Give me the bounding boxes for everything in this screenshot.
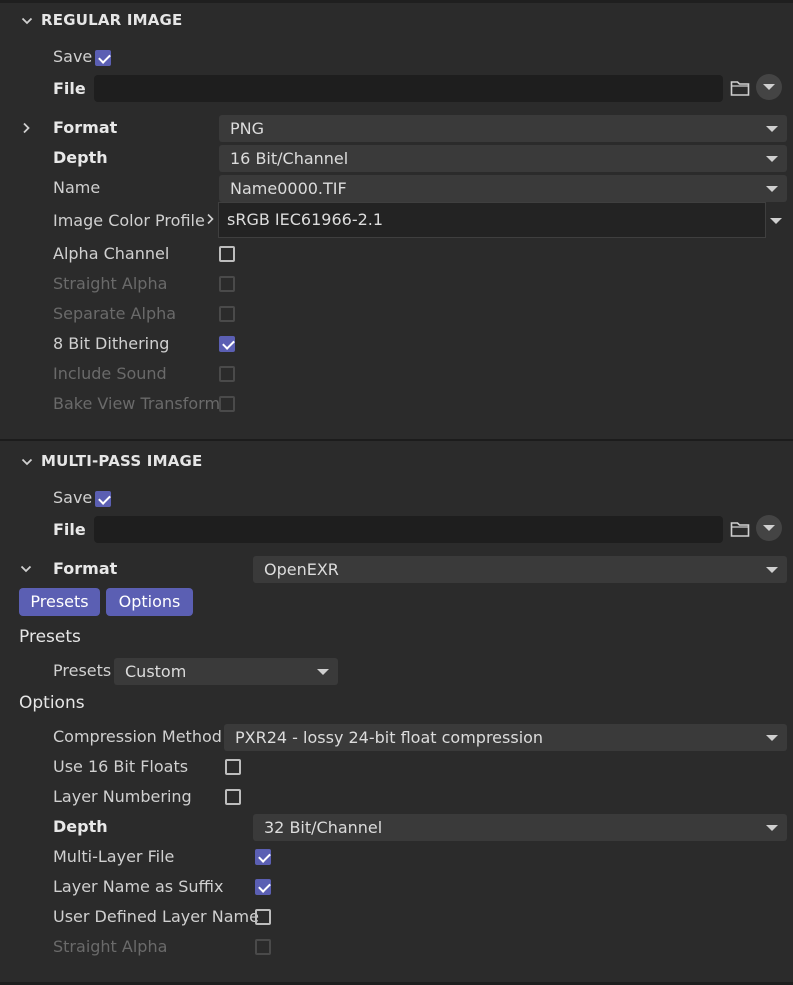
save-label: Save <box>53 47 93 66</box>
dropdown-arrow-icon <box>766 735 778 741</box>
use-16-bit-floats-label: Use 16 Bit Floats <box>53 757 189 776</box>
straight-alpha-label: Straight Alpha <box>53 274 168 293</box>
options-tab-button[interactable]: Options <box>106 588 193 616</box>
presets-tab-button[interactable]: Presets <box>19 588 100 616</box>
presets-heading: Presets <box>19 627 81 647</box>
8-bit-dithering-checkbox[interactable] <box>219 336 235 352</box>
chevron-right-icon[interactable] <box>202 211 218 227</box>
compression-method-value: PXR24 - lossy 24-bit float compression <box>235 728 544 747</box>
file-path-field[interactable] <box>94 516 723 543</box>
chevron-down-icon[interactable] <box>19 454 35 470</box>
include-sound-checkbox <box>219 366 235 382</box>
file-options-button[interactable] <box>756 74 782 100</box>
layer-numbering-label: Layer Numbering <box>53 787 192 806</box>
layer-numbering-checkbox[interactable] <box>225 789 241 805</box>
compression-method-dropdown[interactable]: PXR24 - lossy 24-bit float compression <box>224 724 787 751</box>
presets-label: Presets <box>53 661 112 680</box>
chevron-right-icon[interactable] <box>18 120 34 136</box>
save-checkbox[interactable] <box>95 50 111 66</box>
top-border <box>0 0 793 3</box>
folder-icon[interactable] <box>730 79 750 97</box>
dropdown-arrow-icon <box>766 825 778 831</box>
options-heading: Options <box>19 693 85 713</box>
chevron-down-icon[interactable] <box>18 561 34 577</box>
include-sound-label: Include Sound <box>53 364 167 383</box>
alpha-channel-checkbox[interactable] <box>219 246 235 262</box>
compression-method-label: Compression Method <box>53 727 222 746</box>
straight-alpha-label: Straight Alpha <box>53 937 168 956</box>
use-16-bit-floats-checkbox[interactable] <box>225 759 241 775</box>
dropdown-arrow-icon <box>763 84 775 90</box>
name-dropdown[interactable]: Name0000.TIF <box>219 175 787 202</box>
regular-image-section-title[interactable]: REGULAR IMAGE <box>41 11 183 29</box>
name-value: Name0000.TIF <box>230 179 347 198</box>
format-dropdown[interactable]: PNG <box>219 115 787 142</box>
dropdown-arrow-icon <box>317 669 329 675</box>
multi-pass-image-section-title[interactable]: MULTI-PASS IMAGE <box>41 452 202 470</box>
dropdown-arrow-icon <box>766 126 778 132</box>
layer-name-as-suffix-checkbox[interactable] <box>255 879 271 895</box>
chevron-down-icon[interactable] <box>19 13 35 29</box>
file-options-button[interactable] <box>756 515 782 541</box>
dropdown-arrow-icon[interactable] <box>770 218 782 224</box>
bake-view-transform-checkbox <box>219 396 235 412</box>
file-label: File <box>53 520 86 539</box>
alpha-channel-label: Alpha Channel <box>53 244 170 263</box>
depth-dropdown[interactable]: 16 Bit/Channel <box>219 145 787 172</box>
name-label: Name <box>53 178 101 197</box>
user-defined-layer-name-label: User Defined Layer Name <box>53 907 259 926</box>
depth-dropdown[interactable]: 32 Bit/Channel <box>253 814 787 841</box>
depth-label: Depth <box>53 148 108 167</box>
file-path-field[interactable] <box>94 75 723 102</box>
image-color-profile-field[interactable]: sRGB IEC61966-2.1 <box>218 202 766 238</box>
separate-alpha-checkbox <box>219 306 235 322</box>
save-label: Save <box>53 488 93 507</box>
section-divider <box>0 439 793 441</box>
format-label: Format <box>53 118 118 137</box>
presets-dropdown[interactable]: Custom <box>114 658 338 685</box>
save-checkbox[interactable] <box>95 491 111 507</box>
dropdown-arrow-icon <box>763 525 775 531</box>
separate-alpha-label: Separate Alpha <box>53 304 177 323</box>
image-color-profile-label: Image Color Profile <box>53 211 205 230</box>
dropdown-arrow-icon <box>766 156 778 162</box>
dropdown-arrow-icon <box>766 186 778 192</box>
dropdown-arrow-icon <box>766 567 778 573</box>
multi-layer-file-checkbox[interactable] <box>255 849 271 865</box>
format-value: OpenEXR <box>264 560 339 579</box>
folder-icon[interactable] <box>730 520 750 538</box>
straight-alpha-checkbox <box>219 276 235 292</box>
file-label: File <box>53 79 86 98</box>
format-value: PNG <box>230 119 265 138</box>
depth-value: 32 Bit/Channel <box>264 818 383 837</box>
user-defined-layer-name-checkbox[interactable] <box>255 909 271 925</box>
format-dropdown[interactable]: OpenEXR <box>253 556 787 583</box>
depth-value: 16 Bit/Channel <box>230 149 349 168</box>
straight-alpha-checkbox <box>255 939 271 955</box>
multi-layer-file-label: Multi-Layer File <box>53 847 175 866</box>
depth-label: Depth <box>53 817 108 836</box>
8-bit-dithering-label: 8 Bit Dithering <box>53 334 170 353</box>
layer-name-as-suffix-label: Layer Name as Suffix <box>53 877 224 896</box>
format-label: Format <box>53 559 118 578</box>
bake-view-transform-label: Bake View Transform <box>53 394 221 413</box>
presets-value: Custom <box>125 662 187 681</box>
